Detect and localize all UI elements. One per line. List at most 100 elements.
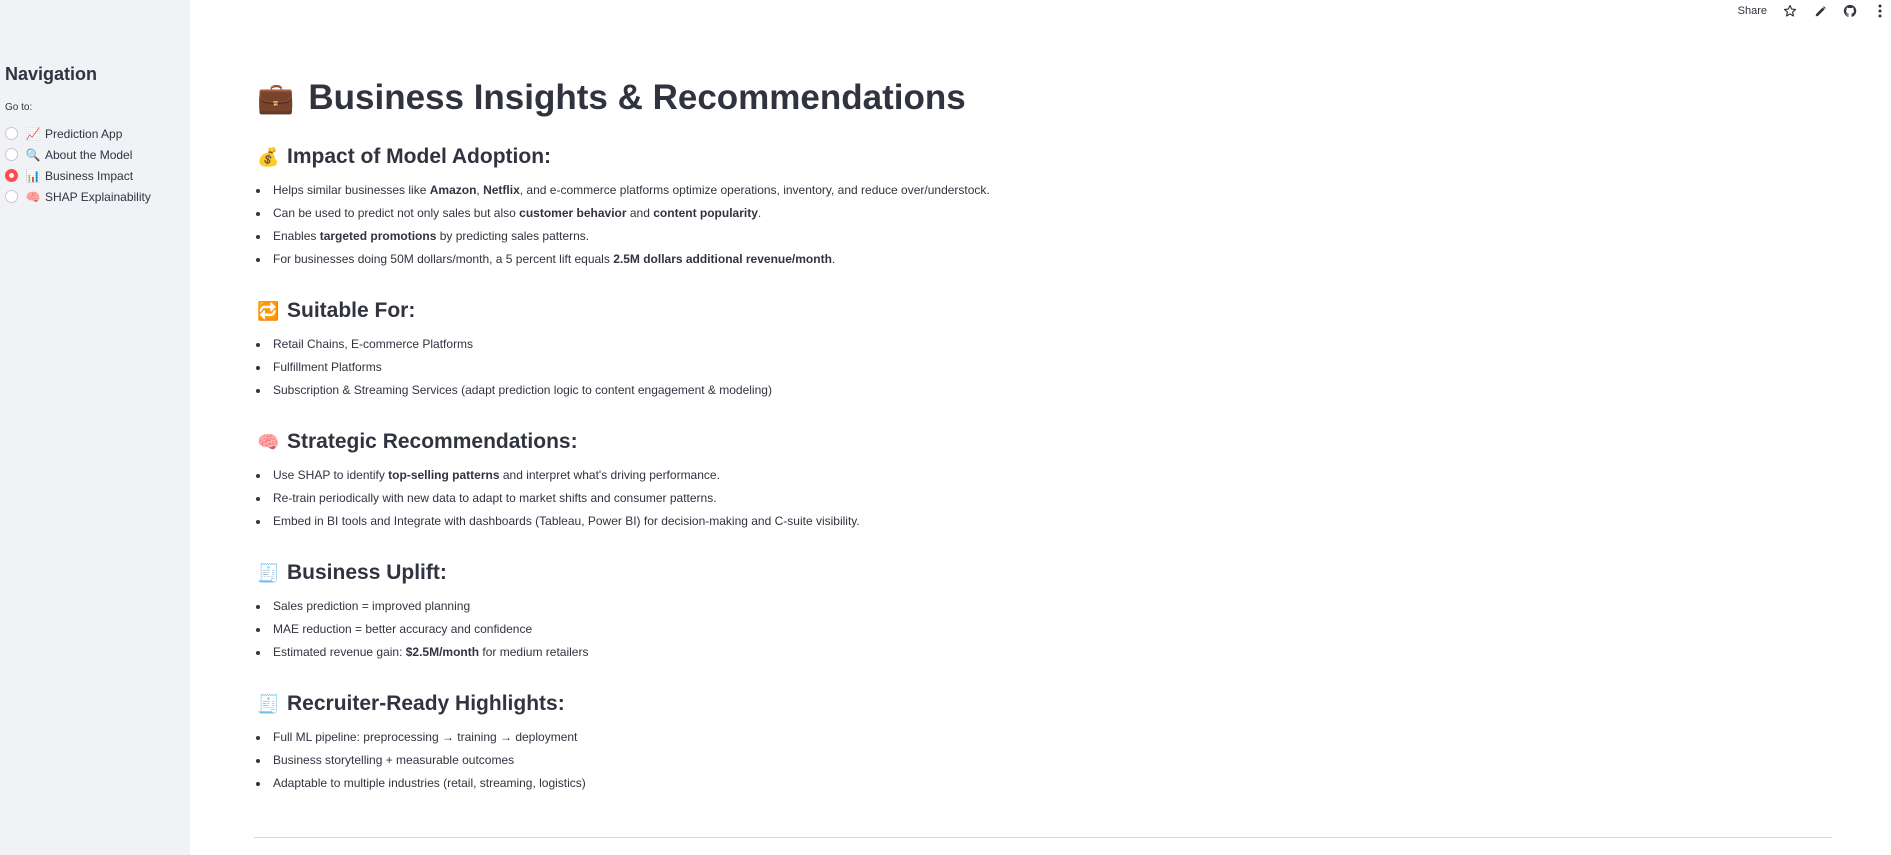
section-heading-text: Impact of Model Adoption: (287, 145, 552, 168)
main-content: 💼 Business Insights & Recommendations 💰 … (254, 0, 1834, 855)
bullet-list: Sales prediction = improved planning MAE … (254, 595, 1454, 664)
section-strategic-recommendations: 🧠 Strategic Recommendations: Use SHAP to… (254, 428, 1454, 533)
more-vertical-icon[interactable] (1871, 2, 1889, 20)
text-segment: Retail Chains, E-commerce Platforms (273, 337, 474, 351)
list-item: Fulfillment Platforms (254, 356, 1454, 379)
section-heading: 🧠 Strategic Recommendations: (254, 428, 1454, 456)
radio-button[interactable] (5, 190, 18, 203)
text-segment: Subscription & Streaming Services (adapt… (273, 383, 772, 397)
list-item: Enables targeted promotions by predictin… (254, 225, 1454, 248)
sidebar-title: Navigation (5, 64, 98, 84)
brain-icon: 🧠 (25, 189, 41, 204)
divider (254, 837, 1832, 838)
text-segment: by predicting sales patterns. (436, 229, 590, 243)
bold-text: customer behavior (519, 206, 627, 220)
nav-option-about-the-model[interactable]: 🔍 About the Model (5, 144, 151, 165)
text-segment: MAE reduction = better accuracy and conf… (273, 622, 533, 636)
section-heading-text: Suitable For: (287, 299, 416, 322)
receipt-icon: 🧾 (257, 562, 280, 583)
nav-option-label: Prediction App (45, 126, 123, 141)
bullet-list: Use SHAP to identify top-selling pattern… (254, 464, 1454, 533)
chart-increasing-icon: 📈 (25, 126, 41, 141)
text-segment: Full ML pipeline: preprocessing → traini… (273, 730, 578, 744)
money-bag-icon: 💰 (257, 146, 280, 167)
nav-option-business-impact[interactable]: 📊 Business Impact (5, 165, 151, 186)
repeat-arrows-icon: 🔁 (257, 300, 280, 321)
bold-text: Amazon (429, 183, 477, 197)
bold-text: targeted promotions (319, 229, 437, 243)
list-item: For businesses doing 50M dollars/month, … (254, 248, 1454, 271)
nav-option-label: About the Model (45, 147, 133, 162)
text-segment: Estimated revenue gain: (273, 645, 406, 659)
nav-option-prediction-app[interactable]: 📈 Prediction App (5, 123, 151, 144)
text-segment: Enables (273, 229, 320, 243)
list-item: Adaptable to multiple industries (retail… (254, 772, 1454, 795)
text-segment: and (626, 206, 654, 220)
list-item: Sales prediction = improved planning (254, 595, 1454, 618)
bold-text: content popularity (653, 206, 758, 220)
bullet-list: Full ML pipeline: preprocessing → traini… (254, 726, 1454, 795)
section-heading-text: Recruiter-Ready Highlights: (287, 692, 565, 715)
section-impact-of-model-adoption: 💰 Impact of Model Adoption: Helps simila… (254, 143, 1454, 271)
list-item: Estimated revenue gain: $2.5M/month for … (254, 641, 1454, 664)
brain-icon: 🧠 (257, 431, 280, 452)
bullet-list: Helps similar businesses like Amazon, Ne… (254, 179, 1454, 271)
radio-button[interactable] (5, 127, 18, 140)
bold-text: Netflix (483, 183, 520, 197)
bar-chart-icon: 📊 (25, 168, 41, 183)
text-segment: . (831, 252, 836, 266)
radio-button[interactable] (5, 148, 18, 161)
text-segment: For businesses doing 50M dollars/month, … (273, 252, 614, 266)
nav-option-label: Business Impact (45, 168, 134, 183)
nav-option-shap-explainability[interactable]: 🧠 SHAP Explainability (5, 186, 151, 207)
briefcase-icon: 💼 (257, 81, 295, 115)
bold-text: top-selling patterns (388, 468, 500, 482)
list-item: Can be used to predict not only sales bu… (254, 202, 1454, 225)
text-segment: Use SHAP to identify (273, 468, 389, 482)
section-suitable-for: 🔁 Suitable For: Retail Chains, E-commerc… (254, 297, 1454, 402)
nav-option-label: SHAP Explainability (45, 189, 151, 204)
list-item: Full ML pipeline: preprocessing → traini… (254, 726, 1454, 749)
section-recruiter-ready-highlights: 🧾 Recruiter-Ready Highlights: Full ML pi… (254, 690, 1454, 795)
list-item: Use SHAP to identify top-selling pattern… (254, 464, 1454, 487)
page-title: 💼 Business Insights & Recommendations (257, 78, 966, 118)
text-segment: Re-train periodically with new data to a… (273, 491, 717, 505)
github-icon[interactable] (1841, 2, 1859, 20)
receipt-icon: 🧾 (257, 693, 280, 714)
text-segment: Can be used to predict not only sales bu… (273, 206, 520, 220)
list-item: Retail Chains, E-commerce Platforms (254, 333, 1454, 356)
text-segment: for medium retailers (479, 645, 589, 659)
section-heading-text: Business Uplift: (287, 561, 447, 584)
sidebar: Navigation Go to: 📈 Prediction App 🔍 Abo… (0, 0, 190, 855)
radio-button-selected[interactable] (5, 169, 18, 182)
list-item: Subscription & Streaming Services (adapt… (254, 379, 1454, 402)
text-segment: Sales prediction = improved planning (273, 599, 471, 613)
text-segment: Embed in BI tools and Integrate with das… (273, 514, 860, 528)
text-segment: Fulfillment Platforms (273, 360, 382, 374)
app-root: Navigation Go to: 📈 Prediction App 🔍 Abo… (0, 0, 1891, 855)
goto-label: Go to: (5, 102, 33, 113)
page-title-text: Business Insights & Recommendations (308, 78, 966, 117)
section-heading: 🧾 Business Uplift: (254, 559, 1454, 587)
list-item: Business storytelling + measurable outco… (254, 749, 1454, 772)
list-item: Re-train periodically with new data to a… (254, 487, 1454, 510)
list-item: Helps similar businesses like Amazon, Ne… (254, 179, 1454, 202)
bold-text: 2.5M dollars additional revenue/month (613, 252, 832, 266)
text-segment: Adaptable to multiple industries (retail… (273, 776, 586, 790)
bold-text: $2.5M/month (405, 645, 480, 659)
section-heading: 🔁 Suitable For: (254, 297, 1454, 325)
text-segment: Helps similar businesses like (273, 183, 430, 197)
magnifier-icon: 🔍 (25, 147, 41, 162)
section-heading-text: Strategic Recommendations: (287, 430, 578, 453)
navigation-radio-group: 📈 Prediction App 🔍 About the Model 📊 Bus… (5, 123, 151, 207)
bullet-list: Retail Chains, E-commerce Platforms Fulfi… (254, 333, 1454, 402)
section-heading: 🧾 Recruiter-Ready Highlights: (254, 690, 1454, 718)
text-segment: . (757, 206, 762, 220)
list-item: MAE reduction = better accuracy and conf… (254, 618, 1454, 641)
list-item: Embed in BI tools and Integrate with das… (254, 510, 1454, 533)
section-business-uplift: 🧾 Business Uplift: Sales prediction = im… (254, 559, 1454, 664)
text-segment: and interpret what's driving performance… (499, 468, 720, 482)
section-heading: 💰 Impact of Model Adoption: (254, 143, 1454, 171)
text-segment: , and e-commerce platforms optimize oper… (519, 183, 990, 197)
text-segment: Business storytelling + measurable outco… (273, 753, 515, 767)
